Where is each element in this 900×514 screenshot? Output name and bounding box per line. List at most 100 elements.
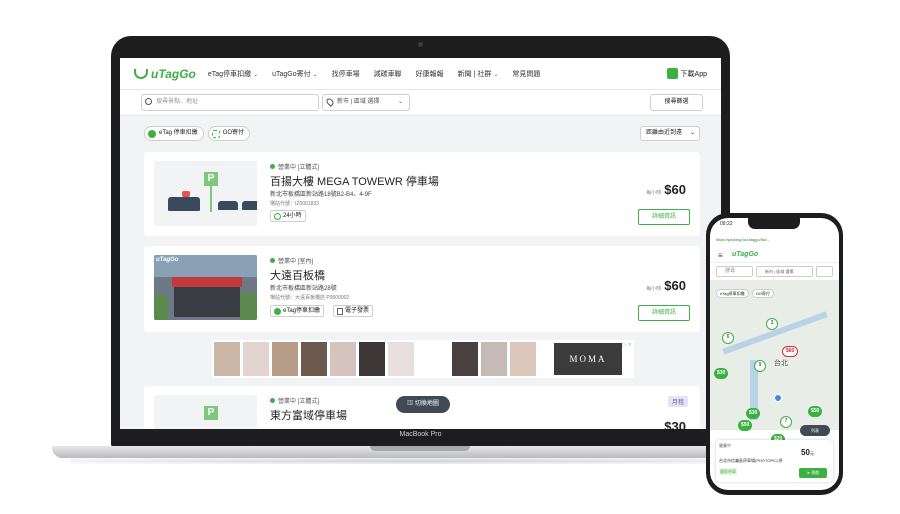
price-marker[interactable]: $50: [738, 420, 753, 431]
ad-choices-icon[interactable]: ▷ ✕: [623, 342, 632, 348]
chevron-down-icon: ⌄: [689, 130, 695, 136]
tag-label: 24小時: [283, 213, 302, 219]
phone-card-status: 營業中: [719, 443, 731, 448]
parking-title[interactable]: 大遠百板橋: [270, 267, 325, 283]
map-toggle-label: 切換地圖: [414, 401, 439, 407]
nav-item-carbon[interactable]: 減碳車聯: [374, 69, 402, 79]
price-marker[interactable]: $50: [808, 406, 823, 417]
nav-item-etag[interactable]: eTag停車扣繳 ⌄: [208, 69, 258, 79]
parking-address: 新北市板橋區新站路28號: [270, 286, 337, 292]
tag-label: 電子發票: [345, 308, 370, 314]
nav-item-deals[interactable]: 好康報報: [416, 69, 444, 79]
smile-logo-icon: [134, 68, 148, 79]
nav-item-news[interactable]: 新聞 | 社群 ⌄: [458, 69, 499, 79]
map-marker[interactable]: 9: [754, 360, 766, 372]
tag-24h: 24小時: [270, 210, 306, 222]
price-amount: $30: [664, 419, 686, 429]
location-value: 新市 | 區域 選擇: [337, 99, 380, 105]
app-icon: [666, 68, 678, 79]
map-marker[interactable]: 3: [766, 318, 778, 330]
map-icon: ▥: [407, 401, 415, 407]
monthly-badge: 月租: [667, 396, 688, 407]
price-unit: 每小時: [646, 190, 662, 196]
chip-go-deposit[interactable]: GO寄付: [207, 126, 251, 141]
ad-fashion-image: [272, 342, 298, 376]
nav-item-find-parking[interactable]: 找停車場: [332, 69, 360, 79]
search-placeholder: 搜尋景點、地址: [156, 99, 199, 105]
tag-e-invoice: 電子發票: [333, 305, 374, 317]
location-select[interactable]: 新市 | 區域 選擇 ⌄: [322, 94, 410, 111]
parking-sign-icon: P: [204, 406, 218, 420]
nav-label: 新聞 | 社群: [457, 70, 492, 78]
filter-chips: eTag 停車扣繳 GO寄付: [144, 126, 251, 141]
phone-chip-etag[interactable]: eTag停車扣繳: [716, 289, 749, 298]
phone-logo[interactable]: uTagGo: [732, 251, 758, 258]
nav-item-faq[interactable]: 常見問題: [512, 69, 540, 79]
ad-brand-logo: MOMA: [554, 343, 622, 375]
photo-tree: [240, 293, 257, 320]
open-status-dot: [270, 258, 275, 263]
detail-button[interactable]: 詳細資訊: [638, 209, 690, 225]
phone-parking-card[interactable]: 營業中 台北市信義區停車場(PHOTOPIC)停 國家停車 50元 ➤ 導航: [716, 440, 833, 482]
parking-card[interactable]: P 營業中 [立體式] 百揚大樓 MEGA TOWEWR 停車場 新北市板橋區新…: [144, 152, 700, 236]
ad-banner[interactable]: MOMA ▷ ✕: [212, 340, 634, 378]
status-line: 營業中 [室內]: [270, 256, 313, 265]
navigate-button[interactable]: ➤ 導航: [799, 468, 827, 478]
status-text: 營業中 [立體式]: [278, 165, 320, 171]
map-marker[interactable]: 6: [722, 332, 734, 344]
nav-item-utaggo-deposit[interactable]: uTagGo寄付 ⌄: [272, 69, 318, 79]
invoice-icon: [337, 307, 343, 315]
map-marker[interactable]: 7: [780, 416, 792, 428]
photo-entrance: [174, 287, 240, 317]
browser-url[interactable]: https://parking.tw/utaggo/list/...: [716, 235, 833, 245]
download-app-button[interactable]: 下載App: [666, 68, 707, 79]
switch-to-map-button[interactable]: ▥ 切換地圖: [396, 396, 450, 413]
laptop-notch: [370, 446, 470, 451]
price: $30: [664, 419, 686, 429]
search-input[interactable]: 搜尋景點、地址: [141, 94, 319, 111]
parking-illustration: P: [154, 395, 257, 429]
price-marker[interactable]: $30: [714, 368, 729, 379]
status-line: 營業中 [立體式]: [270, 162, 319, 171]
tag-etag: eTag停車扣繳: [270, 305, 325, 317]
sort-select[interactable]: 距離由近到遠 ⌄: [640, 126, 700, 141]
status-time: 09:22: [720, 221, 733, 227]
car-icon: [168, 197, 200, 211]
list-view-button[interactable]: 列表: [800, 425, 830, 436]
filter-button[interactable]: 搜尋篩選: [650, 94, 703, 111]
phone-search-input[interactable]: 搜尋: [716, 266, 753, 277]
phone-card-name: 台北市信義區停車場(PHOTOPIC)停: [719, 458, 783, 463]
phone-map[interactable]: 台北 市 6 3 $60 9 $30 7 $50 $50 $30: [710, 280, 839, 431]
parking-sign-icon: P: [204, 172, 218, 186]
parking-address: 新北市板橋區新站路18號B2-B4、4-9F: [270, 192, 372, 198]
phone-chip-go[interactable]: GO寄付: [751, 289, 774, 298]
selected-price-marker[interactable]: $60: [782, 346, 799, 357]
open-status-dot: [270, 398, 275, 403]
etag-icon: [148, 129, 156, 138]
search-bar: 搜尋景點、地址 新市 | 區域 選擇 ⌄ 搜尋篩選: [120, 90, 721, 116]
chip-label: GO寄付: [222, 130, 245, 136]
search-icon: [145, 98, 152, 105]
price-marker[interactable]: $30: [746, 408, 761, 419]
phone-chips: eTag停車扣繳 GO寄付: [716, 289, 774, 298]
detail-button[interactable]: 詳細資訊: [638, 305, 690, 321]
parking-title[interactable]: 東方富域停車場: [270, 407, 347, 423]
phone-location-select[interactable]: 新市 | 區域 選擇: [756, 266, 813, 277]
photo-logo-sign: uTagGo: [156, 257, 179, 263]
phone-card-badge: 國家停車: [719, 468, 737, 475]
station-code: 場站代號：大遠百板橋店 P9500002: [270, 295, 350, 301]
phone-filter-icon[interactable]: [816, 266, 833, 277]
chip-etag[interactable]: eTag 停車扣繳: [144, 126, 204, 141]
clock-icon: [274, 212, 281, 220]
price: 每小時 $60: [646, 278, 686, 293]
parking-title[interactable]: 百揚大樓 MEGA TOWEWR 停車場: [270, 173, 439, 189]
go-deposit-icon: [211, 129, 220, 138]
car-icon: [242, 201, 257, 210]
parking-card[interactable]: uTagGo 營業中 [室內] 大遠百板橋 新北市板橋區新站路28號 場站代號：…: [144, 246, 700, 332]
price-amount: $60: [664, 278, 686, 293]
site-logo[interactable]: uTagGo: [134, 67, 196, 81]
ad-fashion-image: [301, 342, 327, 376]
phone-card-price: 50元: [801, 448, 814, 457]
hamburger-menu-icon[interactable]: ≡: [718, 251, 723, 260]
ad-fashion-image: [510, 342, 536, 376]
